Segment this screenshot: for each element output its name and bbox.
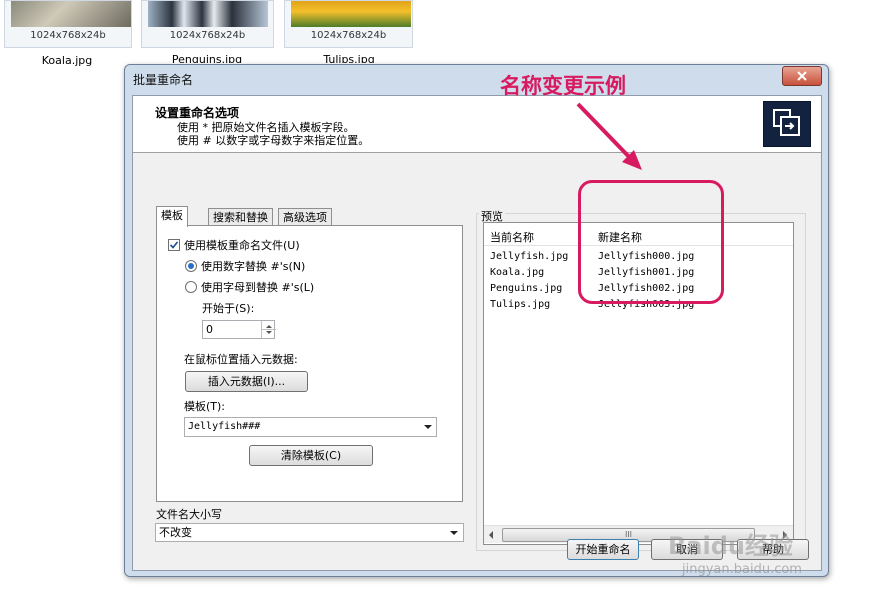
dialog-header: 设置重命名选项 使用 * 把原始文件名插入模板字段。 使用 # 以数字或字母数字… <box>133 96 821 153</box>
template-dropdown[interactable] <box>421 417 435 435</box>
template-input[interactable]: Jellyfish### <box>184 417 437 437</box>
template-label: 模板(T): <box>184 400 226 413</box>
dialog-title: 批量重命名 <box>133 73 194 87</box>
preview-row-current: Koala.jpg <box>490 267 545 278</box>
insert-meta-label: 在鼠标位置插入元数据: <box>184 353 298 366</box>
radio-alpha[interactable] <box>185 281 197 293</box>
tab-advanced[interactable]: 高级选项 <box>278 208 332 226</box>
close-button[interactable] <box>782 66 822 86</box>
radio-numeric[interactable] <box>185 260 197 272</box>
thumbnail-name[interactable]: Penguins.jpg <box>152 53 262 63</box>
thumbnail-dims: 1024x768x24b <box>30 30 106 41</box>
case-select[interactable]: 不改变 <box>155 523 464 542</box>
case-label: 文件名大小写 <box>156 508 222 521</box>
dialog-body: 设置重命名选项 使用 * 把原始文件名插入模板字段。 使用 # 以数字或字母数字… <box>132 95 822 571</box>
spinner-arrows-icon <box>262 325 276 334</box>
start-value: 0 <box>206 323 213 336</box>
tulips-image <box>291 1 411 27</box>
watermark-brand: Baidu经验 <box>668 532 793 560</box>
clear-template-button[interactable]: 清除模板(C) <box>249 445 373 466</box>
radio-alpha-label[interactable]: 使用字母到替换 #'s(L) <box>201 279 314 295</box>
annotation-text: 名称变更示例 <box>500 74 626 98</box>
start-rename-button[interactable]: 开始重命名 <box>567 539 639 560</box>
column-current-name[interactable]: 当前名称 <box>490 229 534 245</box>
start-label: 开始于(S): <box>202 302 255 315</box>
insert-metadata-button[interactable]: 插入元数据(I)... <box>185 371 308 392</box>
thumbnail-dims: 1024x768x24b <box>310 30 387 41</box>
rename-icon <box>763 101 811 147</box>
tab-template[interactable]: 模板 <box>156 206 188 227</box>
template-value: Jellyfish### <box>188 421 261 432</box>
koala-image <box>11 1 131 27</box>
case-dropdown[interactable] <box>447 524 461 541</box>
scroll-left-icon[interactable] <box>486 530 496 540</box>
thumbnail-name[interactable]: Tulips.jpg <box>294 53 404 63</box>
thumbnail-name[interactable]: Koala.jpg <box>12 54 122 67</box>
template-panel: 使用模板重命名文件(U) 使用数字替换 #'s(N) 使用字母到替换 #'s(L… <box>156 225 463 502</box>
chevron-down-icon <box>424 425 432 429</box>
case-value: 不改变 <box>159 526 192 539</box>
check-icon <box>169 241 179 249</box>
thumbnail-penguins[interactable]: 1024x768x24b <box>141 0 274 48</box>
radio-numeric-label[interactable]: 使用数字替换 #'s(N) <box>201 258 305 274</box>
chevron-down-icon <box>450 531 458 535</box>
use-template-checkbox[interactable] <box>168 239 180 251</box>
thumbnail-tulips[interactable]: 1024x768x24b <box>284 0 413 48</box>
use-template-label[interactable]: 使用模板重命名文件(U) <box>184 237 300 253</box>
annotation-arrow-icon <box>576 102 642 170</box>
tab-search-replace[interactable]: 搜索和替换 <box>208 208 273 226</box>
preview-row-current: Tulips.jpg <box>490 299 551 310</box>
preview-row-current: Jellyfish.jpg <box>490 251 569 262</box>
scroll-grip: III <box>624 530 633 539</box>
watermark-url: jingyan.baidu.com <box>682 562 802 577</box>
start-spinner[interactable] <box>261 321 276 338</box>
close-icon <box>797 71 807 81</box>
thumbnail-dims: 1024x768x24b <box>169 30 246 41</box>
batch-rename-dialog: 批量重命名 设置重命名选项 使用 * 把原始文件名插入模板字段。 使用 # 以数… <box>124 64 829 577</box>
annotation-highlight <box>578 180 724 304</box>
preview-row-current: Penguins.jpg <box>490 283 563 294</box>
thumbnail-koala[interactable]: 1024x768x24b <box>4 0 132 48</box>
penguins-image <box>148 1 268 27</box>
header-hint-2: 使用 # 以数字或字母数字来指定位置。 <box>177 134 370 147</box>
